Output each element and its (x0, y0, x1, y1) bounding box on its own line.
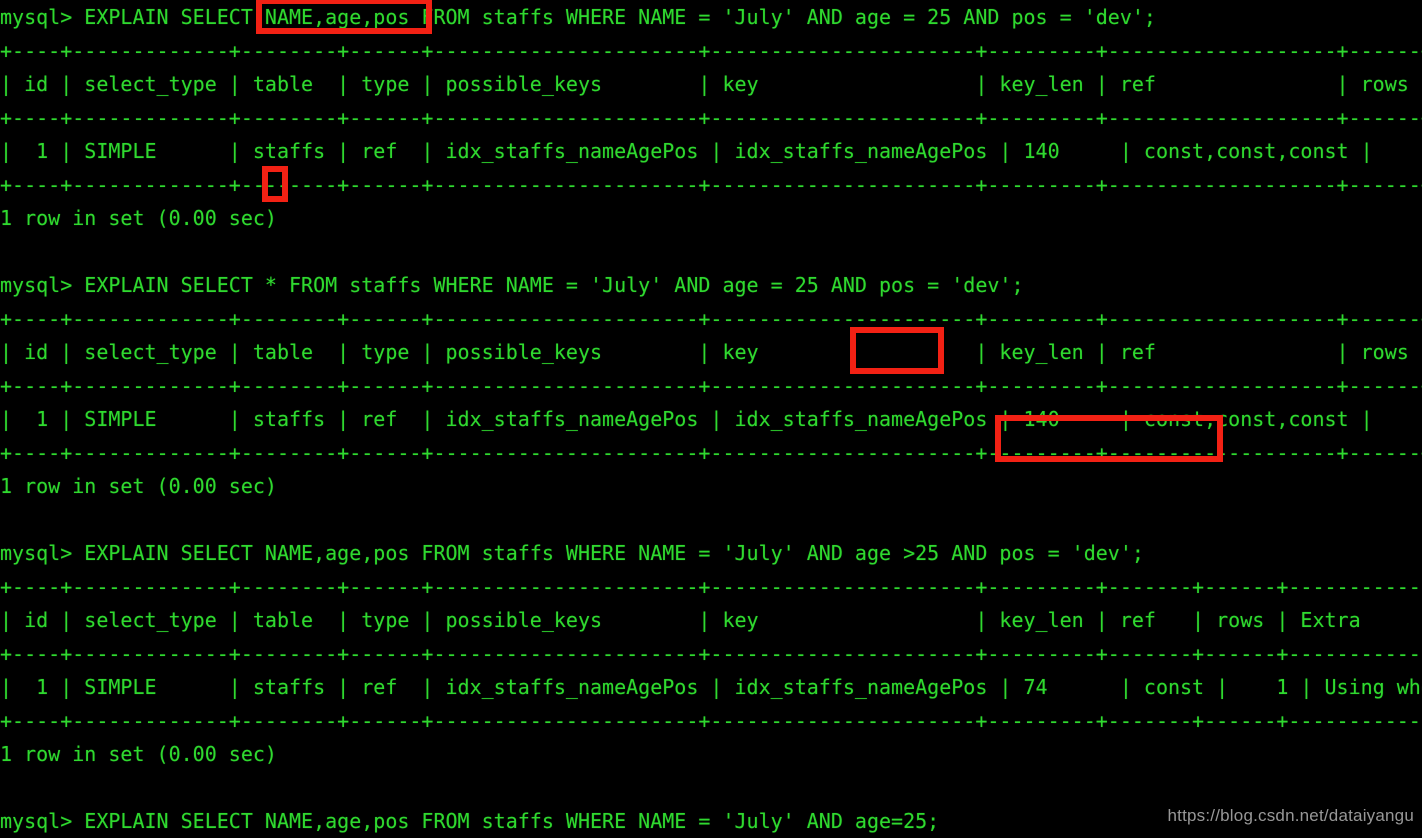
table-border-line: +----+-------------+--------+------+----… (0, 306, 1422, 331)
table-row-line: | id | select_type | table | type | poss… (0, 72, 1422, 96)
table-border-line: +----+-------------+--------+------+----… (0, 708, 1422, 733)
terminal-status-line: 1 row in set (0.00 sec) (0, 206, 277, 230)
terminal-output[interactable]: mysql> EXPLAIN SELECT NAME,age,pos FROM … (0, 0, 1422, 838)
table-border-line: +----+-------------+--------+------+----… (0, 373, 1422, 398)
table-border-line: +----+-------------+--------+------+----… (0, 440, 1422, 465)
terminal-status-line: 1 row in set (0.00 sec) (0, 474, 277, 498)
table-border-line: +----+-------------+--------+------+----… (0, 641, 1422, 666)
table-row-line: | id | select_type | table | type | poss… (0, 608, 1422, 632)
table-border-line: +----+-------------+--------+------+----… (0, 105, 1422, 130)
terminal-window: mysql> EXPLAIN SELECT NAME,age,pos FROM … (0, 0, 1422, 838)
table-row-line: | 1 | SIMPLE | staffs | ref | idx_staffs… (0, 139, 1422, 163)
table-row-line: | id | select_type | table | type | poss… (0, 340, 1422, 364)
table-row-line: | 1 | SIMPLE | staffs | ref | idx_staffs… (0, 407, 1422, 431)
table-border-line: +----+-------------+--------+------+----… (0, 574, 1422, 599)
watermark-text: https://blog.csdn.net/dataiyangu (1167, 805, 1414, 825)
terminal-prompt-line: mysql> EXPLAIN SELECT NAME,age,pos FROM … (0, 541, 1144, 565)
table-border-line: +----+-------------+--------+------+----… (0, 172, 1422, 197)
table-row-line: | 1 | SIMPLE | staffs | ref | idx_staffs… (0, 675, 1422, 699)
terminal-prompt-line: mysql> EXPLAIN SELECT NAME,age,pos FROM … (0, 5, 1156, 29)
terminal-prompt-line: mysql> EXPLAIN SELECT * FROM staffs WHER… (0, 273, 1024, 297)
terminal-status-line: 1 row in set (0.00 sec) (0, 742, 277, 766)
table-border-line: +----+-------------+--------+------+----… (0, 38, 1422, 63)
